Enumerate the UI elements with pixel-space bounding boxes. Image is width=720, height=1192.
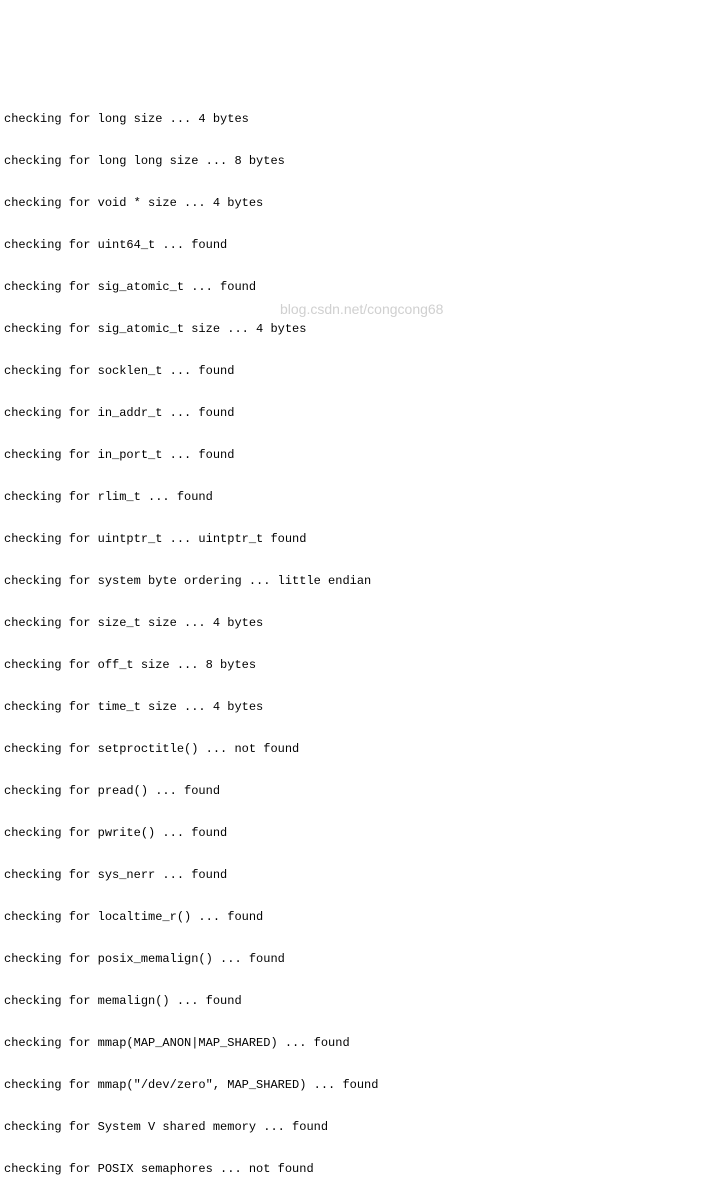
- output-line: checking for uint64_t ... found: [4, 238, 716, 252]
- output-line: checking for off_t size ... 8 bytes: [4, 658, 716, 672]
- output-line: checking for localtime_r() ... found: [4, 910, 716, 924]
- output-line: checking for mmap("/dev/zero", MAP_SHARE…: [4, 1078, 716, 1092]
- output-line: checking for system byte ordering ... li…: [4, 574, 716, 588]
- output-line: checking for long long size ... 8 bytes: [4, 154, 716, 168]
- output-line: checking for in_addr_t ... found: [4, 406, 716, 420]
- output-line: checking for time_t size ... 4 bytes: [4, 700, 716, 714]
- output-line: checking for socklen_t ... found: [4, 364, 716, 378]
- output-line: checking for rlim_t ... found: [4, 490, 716, 504]
- output-line: checking for POSIX semaphores ... not fo…: [4, 1162, 716, 1176]
- output-line: checking for mmap(MAP_ANON|MAP_SHARED) .…: [4, 1036, 716, 1050]
- output-line: checking for pwrite() ... found: [4, 826, 716, 840]
- output-line: checking for long size ... 4 bytes: [4, 112, 716, 126]
- output-line: checking for pread() ... found: [4, 784, 716, 798]
- output-line: checking for uintptr_t ... uintptr_t fou…: [4, 532, 716, 546]
- output-line: checking for size_t size ... 4 bytes: [4, 616, 716, 630]
- output-line: checking for sys_nerr ... found: [4, 868, 716, 882]
- output-line: checking for sig_atomic_t ... found: [4, 280, 716, 294]
- output-line: checking for void * size ... 4 bytes: [4, 196, 716, 210]
- output-line: checking for System V shared memory ... …: [4, 1120, 716, 1134]
- output-line: checking for memalign() ... found: [4, 994, 716, 1008]
- output-line: checking for in_port_t ... found: [4, 448, 716, 462]
- output-line: checking for sig_atomic_t size ... 4 byt…: [4, 322, 716, 336]
- output-line: checking for setproctitle() ... not foun…: [4, 742, 716, 756]
- terminal-output: checking for long size ... 4 bytes check…: [4, 84, 716, 1192]
- output-line: checking for posix_memalign() ... found: [4, 952, 716, 966]
